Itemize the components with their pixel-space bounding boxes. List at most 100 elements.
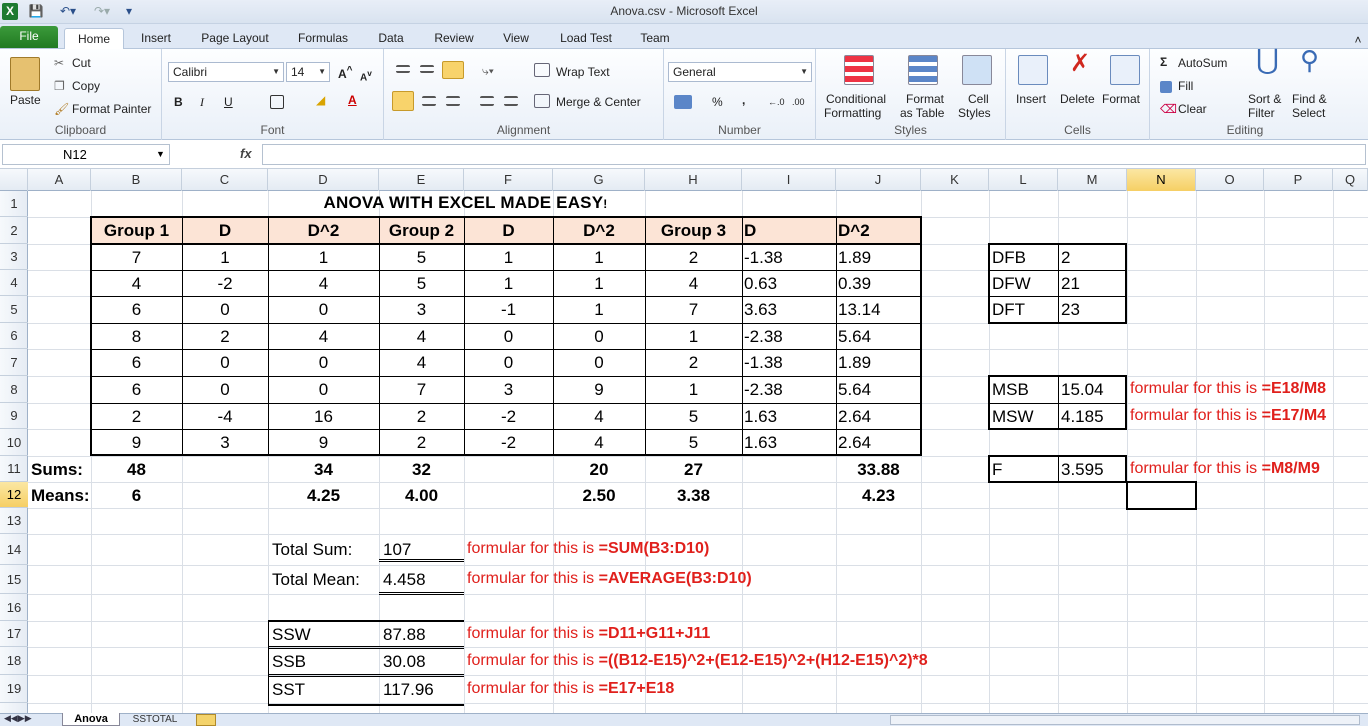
insert-function-icon[interactable]: fx bbox=[240, 146, 252, 161]
column-header-e[interactable]: E bbox=[379, 169, 464, 191]
decrease-indent-icon[interactable] bbox=[480, 96, 494, 106]
tab-data[interactable]: Data bbox=[368, 28, 414, 49]
paste-icon[interactable] bbox=[10, 57, 40, 91]
align-right-icon[interactable] bbox=[446, 96, 460, 106]
row-header-1[interactable]: 1 bbox=[0, 191, 28, 217]
increase-decimal-icon[interactable]: ←.0 bbox=[768, 95, 785, 109]
tab-view[interactable]: View bbox=[494, 28, 538, 49]
tab-review[interactable]: Review bbox=[426, 28, 482, 49]
column-header-i[interactable]: I bbox=[742, 169, 836, 191]
delete-cells-button[interactable]: Delete bbox=[1060, 92, 1095, 106]
comma-button[interactable]: , bbox=[742, 93, 745, 107]
decrease-decimal-icon[interactable]: .00 bbox=[792, 95, 805, 109]
column-header-k[interactable]: K bbox=[921, 169, 989, 191]
row-header-11[interactable]: 11 bbox=[0, 456, 28, 482]
borders-icon[interactable] bbox=[270, 95, 284, 109]
conditional-formatting-label[interactable]: Conditional bbox=[826, 92, 886, 106]
cell-styles-label-2[interactable]: Styles bbox=[958, 106, 991, 120]
column-header-n[interactable]: N bbox=[1127, 169, 1196, 191]
tab-load-test[interactable]: Load Test bbox=[552, 28, 620, 49]
column-header-h[interactable]: H bbox=[645, 169, 742, 191]
column-header-c[interactable]: C bbox=[182, 169, 268, 191]
number-format-select[interactable]: General ▼ bbox=[668, 62, 812, 82]
name-box-dropdown-icon[interactable]: ▼ bbox=[156, 149, 165, 159]
sort-filter-label[interactable]: Sort & bbox=[1248, 92, 1281, 106]
conditional-formatting-label-2[interactable]: Formatting bbox=[824, 106, 881, 120]
column-header-o[interactable]: O bbox=[1196, 169, 1264, 191]
column-header-d[interactable]: D bbox=[268, 169, 379, 191]
merge-center-button[interactable]: Merge & Center bbox=[556, 95, 641, 109]
align-top-icon[interactable] bbox=[396, 65, 410, 73]
name-box[interactable]: N12 bbox=[2, 144, 170, 165]
row-header-15[interactable]: 15 bbox=[0, 565, 28, 594]
cut-button[interactable]: Cut bbox=[72, 56, 91, 70]
align-left-icon[interactable] bbox=[392, 91, 414, 111]
shrink-font-icon[interactable]: Av bbox=[360, 66, 372, 85]
formula-input[interactable] bbox=[262, 144, 1366, 165]
column-header-j[interactable]: J bbox=[836, 169, 921, 191]
row-header-10[interactable]: 10 bbox=[0, 429, 28, 456]
column-header-p[interactable]: P bbox=[1264, 169, 1333, 191]
bold-button[interactable]: B bbox=[174, 95, 183, 109]
select-all-corner[interactable] bbox=[0, 169, 28, 191]
row-header-18[interactable]: 18 bbox=[0, 647, 28, 675]
column-header-b[interactable]: B bbox=[91, 169, 182, 191]
sort-filter-label-2[interactable]: Filter bbox=[1248, 106, 1275, 120]
format-cells-button[interactable]: Format bbox=[1102, 92, 1140, 106]
horizontal-scrollbar[interactable] bbox=[890, 715, 1360, 725]
fill-color-icon[interactable]: ◢ bbox=[316, 93, 325, 107]
row-header-8[interactable]: 8 bbox=[0, 376, 28, 403]
clear-button[interactable]: Clear bbox=[1178, 102, 1207, 116]
row-header-14[interactable]: 14 bbox=[0, 534, 28, 565]
paste-button[interactable]: Paste bbox=[10, 93, 41, 107]
row-header-5[interactable]: 5 bbox=[0, 296, 28, 323]
row-header-7[interactable]: 7 bbox=[0, 349, 28, 376]
column-header-f[interactable]: F bbox=[464, 169, 553, 191]
insert-cells-button[interactable]: Insert bbox=[1016, 92, 1046, 106]
format-as-table-label[interactable]: Format bbox=[906, 92, 944, 106]
align-center-icon[interactable] bbox=[422, 96, 436, 106]
column-header-m[interactable]: M bbox=[1058, 169, 1127, 191]
cell-styles-label[interactable]: Cell bbox=[968, 92, 989, 106]
column-header-a[interactable]: A bbox=[28, 169, 91, 191]
row-header-4[interactable]: 4 bbox=[0, 270, 28, 296]
worksheet-grid[interactable]: ANOVA WITH EXCEL MADE EASY! Group 1 D D^2 Gr… bbox=[28, 191, 1368, 713]
fill-button[interactable]: Fill bbox=[1178, 79, 1193, 93]
percent-button[interactable]: % bbox=[712, 95, 723, 109]
grow-font-icon[interactable]: A^ bbox=[338, 64, 353, 81]
italic-button[interactable]: I bbox=[200, 95, 204, 109]
sheet-nav-arrows-icon[interactable]: ◀◀▶▶ bbox=[4, 713, 32, 724]
ribbon-collapse-icon[interactable]: ˄ bbox=[1350, 30, 1366, 51]
row-header-9[interactable]: 9 bbox=[0, 403, 28, 429]
row-header-2[interactable]: 2 bbox=[0, 217, 28, 244]
find-select-label[interactable]: Find & bbox=[1292, 92, 1327, 106]
row-header-19[interactable]: 19 bbox=[0, 675, 28, 703]
find-select-label-2[interactable]: Select bbox=[1292, 106, 1325, 120]
column-header-l[interactable]: L bbox=[989, 169, 1058, 191]
column-header-q[interactable]: Q bbox=[1333, 169, 1368, 191]
sheet-tab-anova[interactable]: Anova bbox=[62, 713, 120, 726]
tab-insert[interactable]: Insert bbox=[132, 28, 180, 49]
wrap-text-button[interactable]: Wrap Text bbox=[556, 65, 610, 79]
autosum-button[interactable]: AutoSum bbox=[1178, 56, 1227, 70]
row-header-17[interactable]: 17 bbox=[0, 621, 28, 647]
row-header-13[interactable]: 13 bbox=[0, 508, 28, 534]
currency-icon[interactable] bbox=[674, 95, 692, 109]
copy-button[interactable]: Copy bbox=[72, 79, 100, 93]
insert-sheet-icon[interactable] bbox=[196, 714, 216, 726]
row-header-6[interactable]: 6 bbox=[0, 323, 28, 349]
font-size-select[interactable]: 14 ▼ bbox=[286, 62, 330, 82]
font-name-select[interactable]: Calibri ▼ bbox=[168, 62, 284, 82]
increase-indent-icon[interactable] bbox=[504, 96, 518, 106]
tab-page-layout[interactable]: Page Layout bbox=[194, 28, 276, 49]
align-bottom-icon[interactable] bbox=[442, 61, 464, 79]
font-color-icon[interactable]: A bbox=[348, 93, 357, 107]
column-header-g[interactable]: G bbox=[553, 169, 645, 191]
sheet-tab-sstotal[interactable]: SSTOTAL bbox=[122, 714, 188, 726]
selected-cell[interactable] bbox=[1126, 481, 1197, 510]
tab-formulas[interactable]: Formulas bbox=[290, 28, 356, 49]
underline-button[interactable]: U bbox=[224, 95, 233, 109]
row-header-3[interactable]: 3 bbox=[0, 244, 28, 270]
tab-team[interactable]: Team bbox=[632, 28, 678, 49]
row-header-12[interactable]: 12 bbox=[0, 482, 28, 508]
